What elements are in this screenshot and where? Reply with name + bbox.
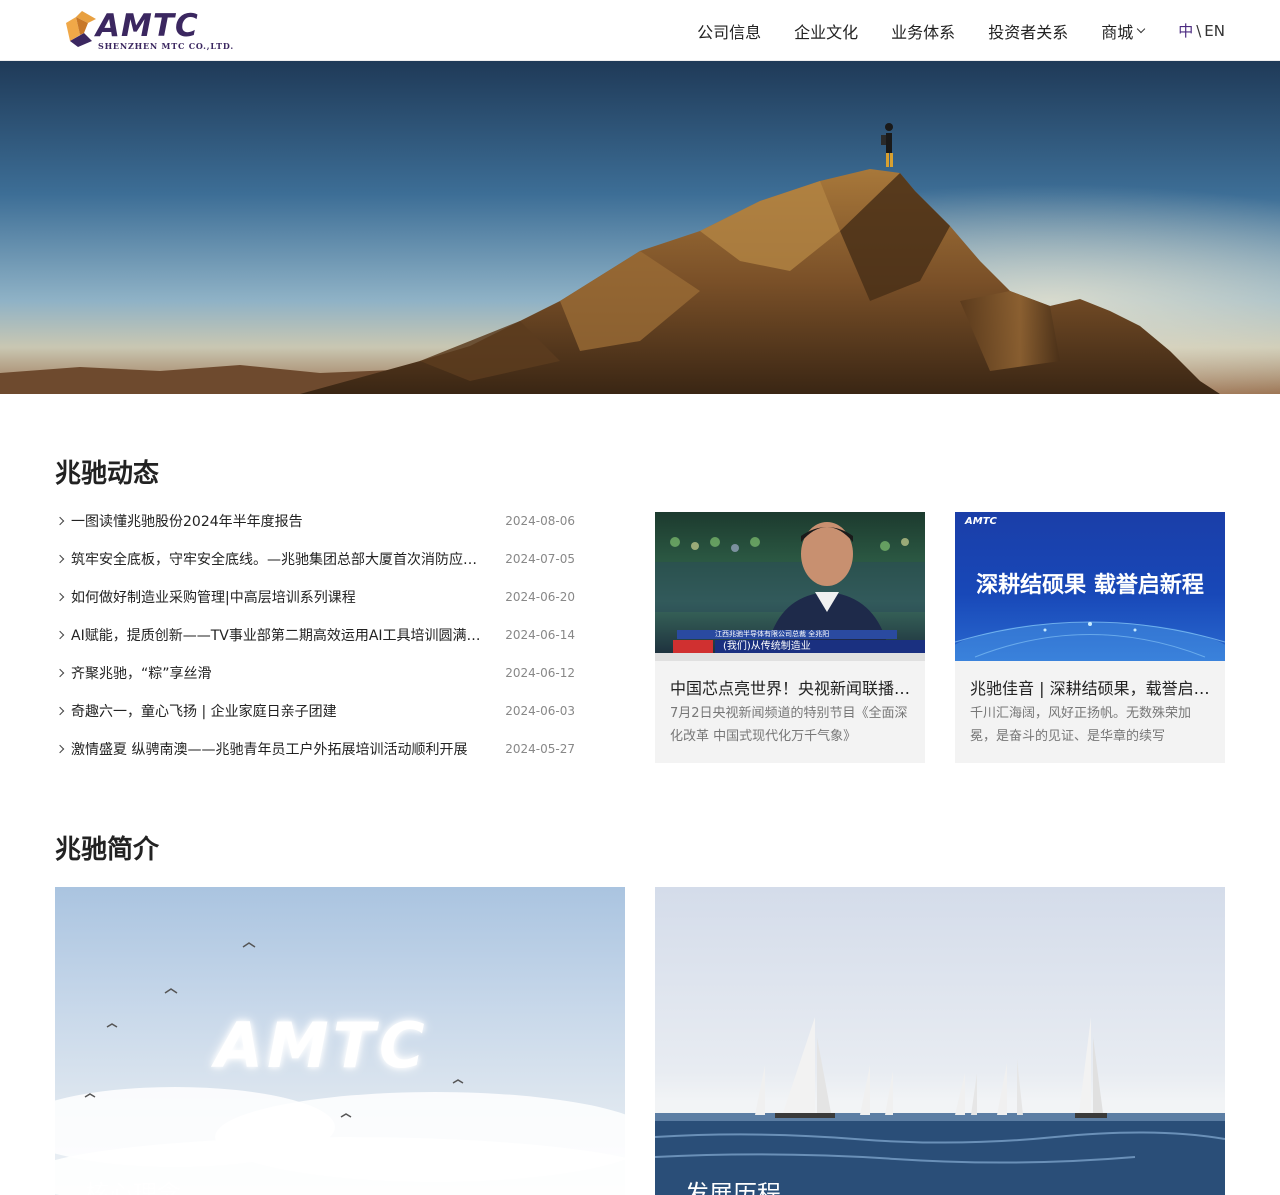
news-card-title: 兆驰佳音 | 深耕结硕果，载誉启新程 bbox=[970, 679, 1212, 698]
chevron-right-icon bbox=[55, 630, 65, 640]
news-item-date: 2024-07-05 bbox=[505, 552, 575, 566]
intro-panel-label: 发展历程 bbox=[685, 1180, 781, 1195]
language-switcher: 中 \ EN bbox=[1178, 20, 1225, 41]
chevron-right-icon bbox=[55, 554, 65, 564]
nav-business[interactable]: 业务体系 bbox=[891, 19, 955, 43]
thumb-banner-text: 江西兆驰半导体有限公司总裁 全兆阳 bbox=[715, 630, 830, 638]
news-list-item[interactable]: 筑牢安全底板，守牢安全底线。—兆驰集团总部大厦首次消防应急演练 2024-07-… bbox=[55, 540, 575, 578]
intro-panel-core-values[interactable]: AMTC 核心理念 bbox=[55, 887, 625, 1195]
logo-subtitle: SHENZHEN MTC CO.,LTD. bbox=[98, 41, 234, 51]
chevron-right-icon bbox=[55, 668, 65, 678]
news-list-item[interactable]: 奇趣六一，童心飞扬 | 企业家庭日亲子团建 2024-06-03 bbox=[55, 692, 575, 730]
chevron-right-icon bbox=[55, 516, 65, 526]
news-item-title: 如何做好制造业采购管理|中高层培训系列课程 bbox=[71, 590, 356, 606]
news-item-date: 2024-08-06 bbox=[505, 514, 575, 528]
sailboats-image bbox=[655, 1017, 1225, 1195]
news-list-item[interactable]: 一图读懂兆驰股份2024年半年度报告 2024-08-06 bbox=[55, 502, 575, 540]
hero-banner bbox=[0, 61, 1280, 394]
news-item-date: 2024-05-27 bbox=[505, 742, 575, 756]
intro-panel-label: 核心理念 bbox=[85, 1180, 181, 1195]
chevron-right-icon bbox=[55, 706, 65, 716]
news-list-item[interactable]: 齐聚兆驰，“粽”享丝滑 2024-06-12 bbox=[55, 654, 575, 692]
news-item-title: 齐聚兆驰，“粽”享丝滑 bbox=[71, 666, 212, 682]
hero-mountain-image bbox=[0, 61, 1280, 394]
news-item-title: AI赋能，提质创新——TV事业部第二期高效运用AI工具培训圆满结束 bbox=[71, 628, 483, 644]
cloud-logo-text: AMTC bbox=[215, 1009, 429, 1082]
news-list-item[interactable]: AI赋能，提质创新——TV事业部第二期高效运用AI工具培训圆满结束 2024-0… bbox=[55, 616, 575, 654]
news-item-title: 筑牢安全底板，守牢安全底线。—兆驰集团总部大厦首次消防应急演练 bbox=[71, 552, 483, 568]
intro-section-title: 兆驰简介 bbox=[55, 835, 160, 865]
nav-investor-relations[interactable]: 投资者关系 bbox=[988, 19, 1068, 43]
main-nav: 公司信息 企业文化 业务体系 投资者关系 商城 中 \ EN bbox=[664, 0, 1225, 61]
news-item-date: 2024-06-03 bbox=[505, 704, 575, 718]
lang-zh[interactable]: 中 bbox=[1178, 22, 1193, 40]
lang-separator: \ bbox=[1196, 22, 1202, 40]
lang-en[interactable]: EN bbox=[1204, 22, 1225, 40]
chevron-right-icon bbox=[55, 744, 65, 754]
news-card-cctv[interactable]: 江西兆驰半导体有限公司总裁 全兆阳 (我们)从传统制造业 中国芯点亮世界！央视新… bbox=[655, 512, 925, 763]
news-section-title: 兆驰动态 bbox=[55, 459, 160, 489]
news-item-date: 2024-06-14 bbox=[505, 628, 575, 642]
thumb-caption-text: (我们)从传统制造业 bbox=[723, 641, 811, 652]
nav-culture[interactable]: 企业文化 bbox=[794, 19, 858, 43]
company-logo[interactable]: AMTC SHENZHEN MTC CO.,LTD. bbox=[62, 8, 234, 53]
site-header: AMTC SHENZHEN MTC CO.,LTD. 公司信息 企业文化 业务体… bbox=[0, 0, 1280, 61]
news-card-title: 中国芯点亮世界！央视新闻联播报道兆驰 bbox=[670, 679, 912, 698]
news-list-item[interactable]: 如何做好制造业采购管理|中高层培训系列课程 2024-06-20 bbox=[55, 578, 575, 616]
news-item-title: 一图读懂兆驰股份2024年半年度报告 bbox=[71, 514, 303, 530]
logo-wordmark: AMTC bbox=[96, 8, 199, 44]
news-item-title: 奇趣六一，童心飞扬 | 企业家庭日亲子团建 bbox=[71, 704, 337, 720]
chevron-down-icon bbox=[1136, 24, 1146, 33]
news-card-description: 7月2日央视新闻频道的特别节目《全面深化改革 中国式现代化万千气象》 bbox=[670, 706, 908, 744]
news-item-date: 2024-06-20 bbox=[505, 590, 575, 604]
news-item-date: 2024-06-12 bbox=[505, 666, 575, 680]
news-list: 一图读懂兆驰股份2024年半年度报告 2024-08-06 筑牢安全底板，守牢安… bbox=[55, 502, 575, 768]
nav-shop-label: 商城 bbox=[1101, 22, 1134, 42]
intro-panel-history[interactable]: 发展历程 bbox=[655, 887, 1225, 1195]
news-card-award[interactable]: AMTC 深耕结硕果 载誉启新程 兆驰佳音 | 深耕结硕果，载誉启新程 千川汇海… bbox=[955, 512, 1225, 763]
news-card-description: 千川汇海阔，风好正扬帆。无数殊荣加冕，是奋斗的见证、是华章的续写 bbox=[970, 706, 1192, 744]
news-card-thumbnail: AMTC 深耕结硕果 载誉启新程 bbox=[955, 512, 1225, 661]
thumb-caption-text: 深耕结硕果 载誉启新程 bbox=[976, 573, 1204, 598]
nav-shop-dropdown[interactable]: 商城 bbox=[1101, 19, 1146, 43]
logo-mark-icon bbox=[66, 11, 96, 47]
nav-company-info[interactable]: 公司信息 bbox=[697, 19, 761, 43]
chevron-right-icon bbox=[55, 592, 65, 602]
news-item-title: 激情盛夏 纵骋南澳——兆驰青年员工户外拓展培训活动顺利开展 bbox=[71, 742, 468, 758]
news-card-thumbnail: 江西兆驰半导体有限公司总裁 全兆阳 (我们)从传统制造业 bbox=[655, 512, 925, 661]
thumb-logo-text: AMTC bbox=[965, 516, 997, 527]
news-list-item[interactable]: 激情盛夏 纵骋南澳——兆驰青年员工户外拓展培训活动顺利开展 2024-05-27 bbox=[55, 730, 575, 768]
